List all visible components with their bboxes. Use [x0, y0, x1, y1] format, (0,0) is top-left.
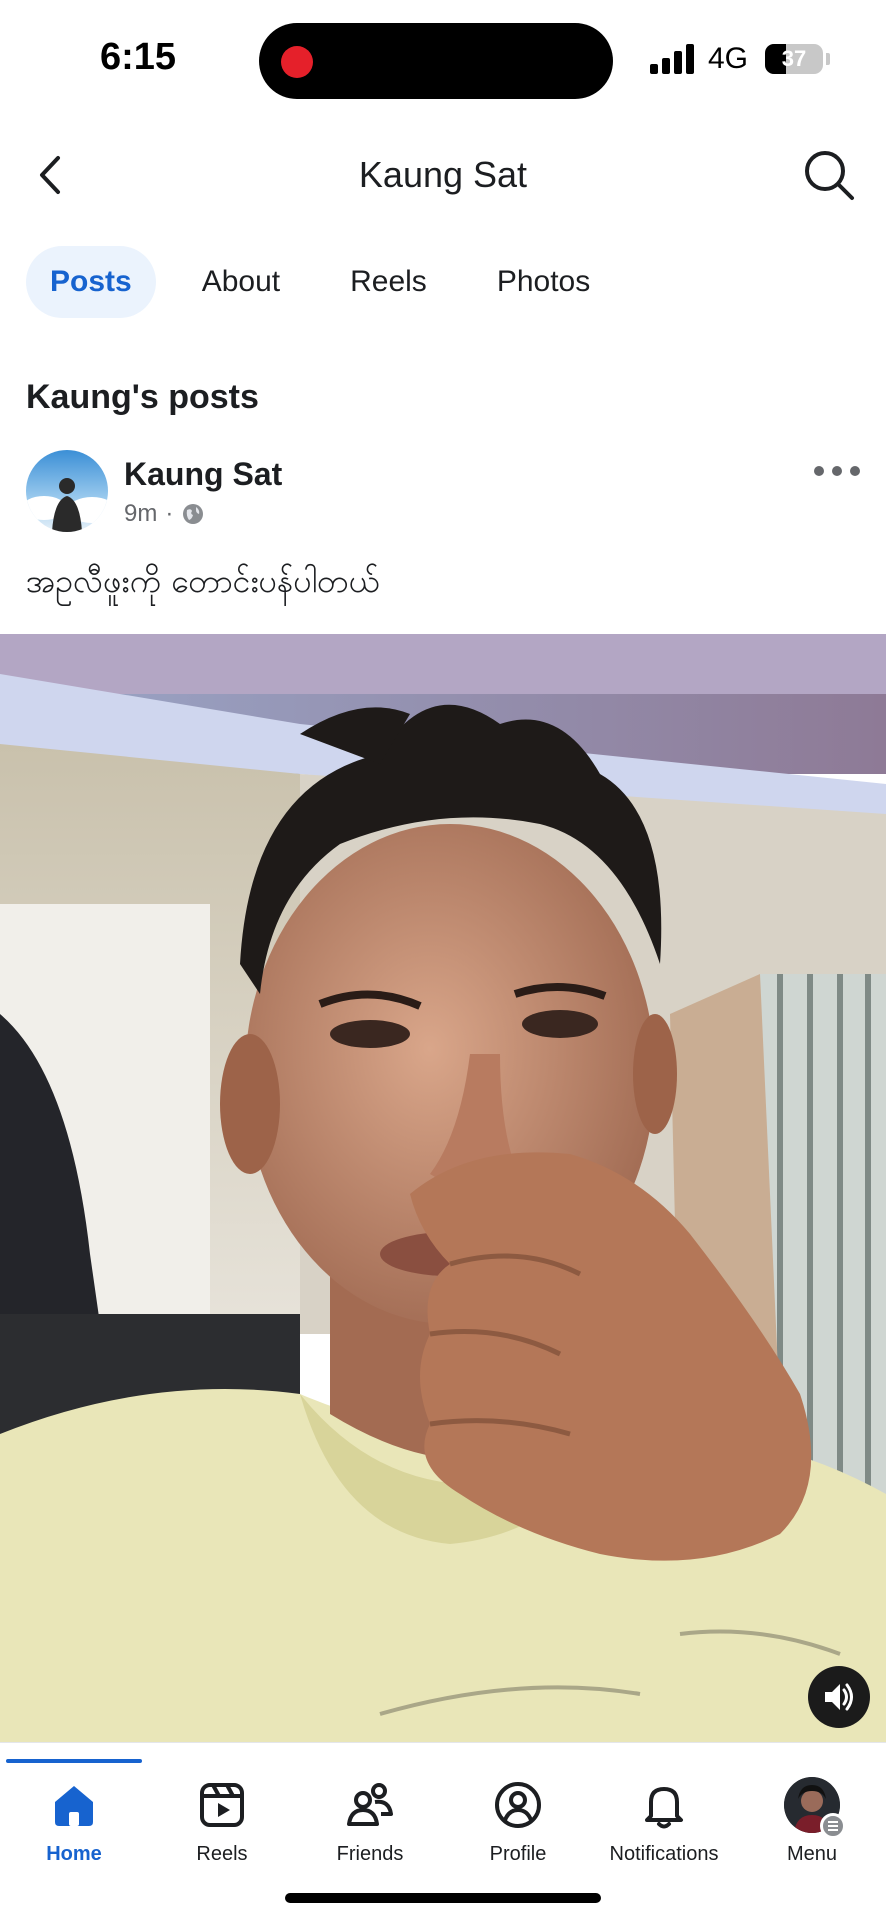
profile-icon — [490, 1777, 546, 1833]
bell-icon — [636, 1777, 692, 1833]
nav-label: Menu — [786, 1843, 838, 1865]
active-tab-indicator — [6, 1759, 142, 1763]
avatar-image — [26, 450, 108, 532]
nav-notifications[interactable]: Notifications — [590, 1777, 738, 1866]
status-bar: 6:15 4G 37 — [0, 0, 886, 120]
home-icon — [46, 1777, 102, 1833]
battery-level: 37 — [781, 46, 807, 71]
post-time: 9m — [124, 500, 158, 527]
page-header: Kaung Sat — [0, 130, 886, 220]
globe-icon — [183, 504, 204, 524]
post-text: အဥလီဖူးကို တောင်းပန်ပါတယ် — [26, 562, 380, 600]
author-avatar[interactable] — [26, 450, 108, 532]
tab-reels[interactable]: Reels — [326, 246, 451, 318]
battery-icon: 37 — [765, 44, 823, 74]
bottom-navigation: Home Reels Friends Profile Notifications… — [0, 1742, 886, 1920]
nav-home[interactable]: Home — [0, 1777, 148, 1866]
speaker-on-icon — [825, 1683, 853, 1711]
profile-tabs: Posts About Reels Photos — [26, 246, 636, 318]
nav-label: Notifications — [609, 1843, 719, 1865]
menu-avatar-icon — [784, 1777, 846, 1839]
tab-about[interactable]: About — [178, 246, 304, 318]
signal-icon — [650, 44, 696, 74]
post-options-button[interactable] — [814, 458, 860, 484]
meta-separator: · — [165, 500, 174, 527]
network-type: 4G — [708, 42, 749, 75]
nav-label: Profile — [489, 1843, 547, 1865]
video-frame — [0, 634, 886, 1742]
home-indicator — [285, 1893, 601, 1903]
post-meta: 9m · — [124, 500, 205, 528]
battery-cap — [826, 53, 830, 65]
nav-profile[interactable]: Profile — [444, 1777, 592, 1866]
section-title: Kaung's posts — [26, 378, 259, 416]
nav-label: Reels — [196, 1843, 248, 1865]
tab-photos[interactable]: Photos — [473, 246, 614, 318]
search-icon — [805, 151, 854, 200]
nav-reels[interactable]: Reels — [148, 1777, 296, 1866]
nav-friends[interactable]: Friends — [296, 1777, 444, 1866]
post-author[interactable]: Kaung Sat — [124, 456, 282, 493]
post-video[interactable] — [0, 634, 886, 1742]
tab-posts[interactable]: Posts — [26, 246, 156, 318]
recording-indicator-icon — [281, 46, 313, 78]
friends-icon — [342, 1777, 398, 1833]
search-button[interactable] — [802, 148, 856, 202]
menu-lines-icon — [820, 1813, 846, 1839]
nav-label: Home — [46, 1843, 102, 1865]
page-title: Kaung Sat — [358, 154, 528, 195]
nav-label: Friends — [336, 1843, 404, 1865]
sound-toggle-button[interactable] — [808, 1666, 870, 1728]
nav-menu[interactable]: Menu — [738, 1777, 886, 1866]
status-time: 6:15 — [100, 36, 177, 78]
reels-icon — [194, 1777, 250, 1833]
dynamic-island — [259, 23, 613, 99]
